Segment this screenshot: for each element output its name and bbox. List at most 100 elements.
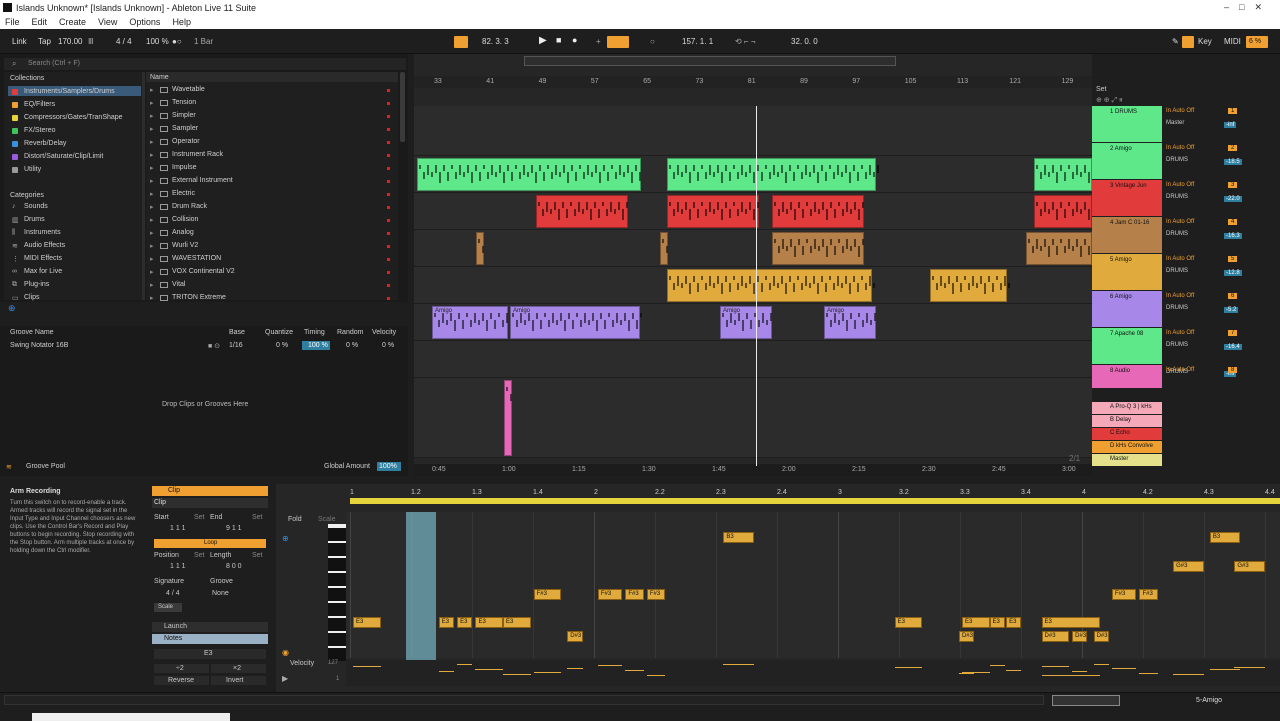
- velocity-bar[interactable]: [353, 666, 381, 667]
- browser-item[interactable]: Operator: [172, 138, 200, 145]
- window-controls[interactable]: –□✕: [1224, 2, 1272, 13]
- track-activator[interactable]: 2: [1228, 145, 1238, 151]
- collection-item[interactable]: Instruments/Samplers/Drums: [24, 88, 115, 95]
- expand-arrow-icon[interactable]: ▸: [150, 138, 154, 146]
- track-activator[interactable]: 7: [1228, 330, 1238, 336]
- arrangement-clip[interactable]: [504, 380, 512, 456]
- midi-note[interactable]: E3: [457, 617, 473, 628]
- key-map-button[interactable]: Key: [1198, 37, 1212, 46]
- midi-note[interactable]: D#3: [1093, 631, 1109, 642]
- track-activator[interactable]: 4: [1228, 219, 1238, 225]
- expand-arrow-icon[interactable]: ▸: [150, 216, 154, 224]
- loop-brace[interactable]: [350, 498, 1280, 504]
- midi-note[interactable]: F#3: [646, 589, 666, 600]
- velocity-bar[interactable]: [1173, 674, 1204, 675]
- track-volume[interactable]: -18.5: [1224, 159, 1242, 165]
- velocity-bar[interactable]: [438, 671, 455, 672]
- track-activator[interactable]: 1: [1228, 108, 1238, 114]
- velocity-bar[interactable]: [475, 669, 503, 670]
- expand-arrow-icon[interactable]: ▸: [150, 99, 154, 107]
- menu-help[interactable]: Help: [172, 17, 191, 27]
- return-track-header[interactable]: Master: [1092, 454, 1162, 466]
- velocity-bar[interactable]: [989, 665, 1005, 666]
- midi-note[interactable]: F#3: [1139, 589, 1158, 600]
- groove-quantize[interactable]: 0 %: [276, 342, 288, 349]
- search-input[interactable]: Search (Ctrl + F): [4, 58, 406, 70]
- monitor-in-auto-off[interactable]: In Auto Off: [1166, 293, 1194, 299]
- track-input-chooser[interactable]: DRUMS: [1166, 194, 1188, 200]
- follow-icon[interactable]: ●○: [172, 37, 182, 46]
- velocity-bar[interactable]: [1093, 664, 1109, 665]
- record-button[interactable]: ●: [572, 35, 577, 45]
- browser-scrollbar[interactable]: [400, 72, 405, 142]
- midi-note[interactable]: E3: [438, 617, 455, 628]
- expand-arrow-icon[interactable]: ▸: [150, 242, 154, 250]
- track-lane[interactable]: [414, 378, 1092, 458]
- computer-keyboard-icon[interactable]: [1182, 36, 1194, 48]
- groove-base[interactable]: 1/16: [229, 342, 243, 349]
- editor-ruler[interactable]: 1 1.2 1.3 1.4 2 2.2 2.3 2.4 3 3.2 3.3 3.4 4 4.2 4.3 4.4: [346, 488, 1280, 498]
- midi-note[interactable]: F#3: [533, 589, 562, 600]
- track-header[interactable]: 5 Amigo: [1092, 254, 1162, 290]
- track-lane[interactable]: [414, 230, 1092, 267]
- browser-item[interactable]: Simpler: [172, 112, 196, 119]
- monitor-in-auto-off[interactable]: In Auto Off: [1166, 182, 1194, 188]
- piano-roll-keys[interactable]: [328, 524, 346, 661]
- zoom-scroller[interactable]: [1052, 695, 1120, 706]
- monitor-in-auto-off[interactable]: In Auto Off: [1166, 219, 1194, 225]
- browser-item[interactable]: Tension: [172, 99, 196, 106]
- arrangement-clip[interactable]: [772, 232, 864, 265]
- expand-arrow-icon[interactable]: ▸: [150, 125, 154, 133]
- quantize-chooser[interactable]: 1 Bar: [194, 37, 213, 46]
- tap-button[interactable]: Tap: [38, 37, 51, 46]
- velocity-bar[interactable]: [1209, 669, 1241, 670]
- preview-icon[interactable]: ⊕: [282, 534, 289, 543]
- groove-value[interactable]: None: [212, 590, 229, 597]
- midi-note[interactable]: E3: [475, 617, 503, 628]
- velocity-bar[interactable]: [457, 664, 473, 665]
- track-activator[interactable]: 8: [1228, 367, 1238, 373]
- track-lane[interactable]: [414, 106, 1092, 156]
- arrangement-clip[interactable]: [930, 269, 1010, 302]
- track-input-chooser[interactable]: DRUMS: [1166, 305, 1188, 311]
- browser-item[interactable]: Impulse: [172, 164, 197, 171]
- track-header[interactable]: 7 Apache 08: [1092, 328, 1162, 364]
- stop-button[interactable]: ■: [556, 35, 561, 45]
- end-set-button[interactable]: Set: [252, 514, 263, 521]
- menu-edit[interactable]: Edit: [32, 17, 48, 27]
- midi-note[interactable]: E3: [962, 617, 990, 628]
- category-item[interactable]: Drums: [24, 216, 45, 223]
- browser-item[interactable]: Electric: [172, 190, 195, 197]
- fold-controls-icon[interactable]: ⊕ ⊕ ⤢ ⏸: [1096, 96, 1123, 105]
- monitor-in-auto-off[interactable]: In Auto Off: [1166, 367, 1194, 373]
- track-input-chooser[interactable]: DRUMS: [1166, 231, 1188, 237]
- punch-icon[interactable]: ○: [650, 37, 655, 46]
- category-item[interactable]: Audio Effects: [24, 242, 65, 249]
- velocity-bar[interactable]: [1111, 668, 1137, 669]
- arrangement-clip[interactable]: [536, 195, 628, 228]
- expand-envelope-icon[interactable]: ◉: [282, 648, 289, 657]
- position-set-button[interactable]: Set: [194, 552, 205, 559]
- expand-arrow-icon[interactable]: ▸: [150, 86, 154, 94]
- midi-note[interactable]: E3: [353, 617, 381, 628]
- track-activator[interactable]: 6: [1228, 293, 1238, 299]
- browser-item[interactable]: VOX Continental V2: [172, 268, 235, 275]
- velocity-bar[interactable]: [503, 674, 531, 675]
- note-grid[interactable]: B3 B3 G#3 G#3 F#3 F#3 F#3 F#3 F#3 F#3 E3 E3 E3 E3 E3 E3…: [346, 512, 1280, 658]
- time-signature-field[interactable]: 4 / 4: [116, 37, 132, 46]
- midi-note[interactable]: F#3: [1111, 589, 1137, 600]
- browser-item[interactable]: External Instrument: [172, 177, 233, 184]
- play-button[interactable]: ▶: [539, 35, 547, 46]
- category-item[interactable]: Max for Live: [24, 268, 62, 275]
- track-header[interactable]: 8 Audio: [1092, 365, 1162, 388]
- end-value[interactable]: 9 1 1: [226, 525, 242, 532]
- track-lane[interactable]: [414, 341, 1092, 378]
- midi-note[interactable]: E3: [1006, 617, 1022, 628]
- arrangement-clip[interactable]: [476, 232, 484, 265]
- browser-item[interactable]: Drum Rack: [172, 203, 207, 210]
- arrangement-record-icon[interactable]: [454, 36, 468, 48]
- collection-item[interactable]: Utility: [24, 166, 41, 173]
- groove-commit-icon[interactable]: ■ ⊙: [208, 342, 220, 350]
- browser-item[interactable]: Collision: [172, 216, 198, 223]
- menu-options[interactable]: Options: [129, 17, 160, 27]
